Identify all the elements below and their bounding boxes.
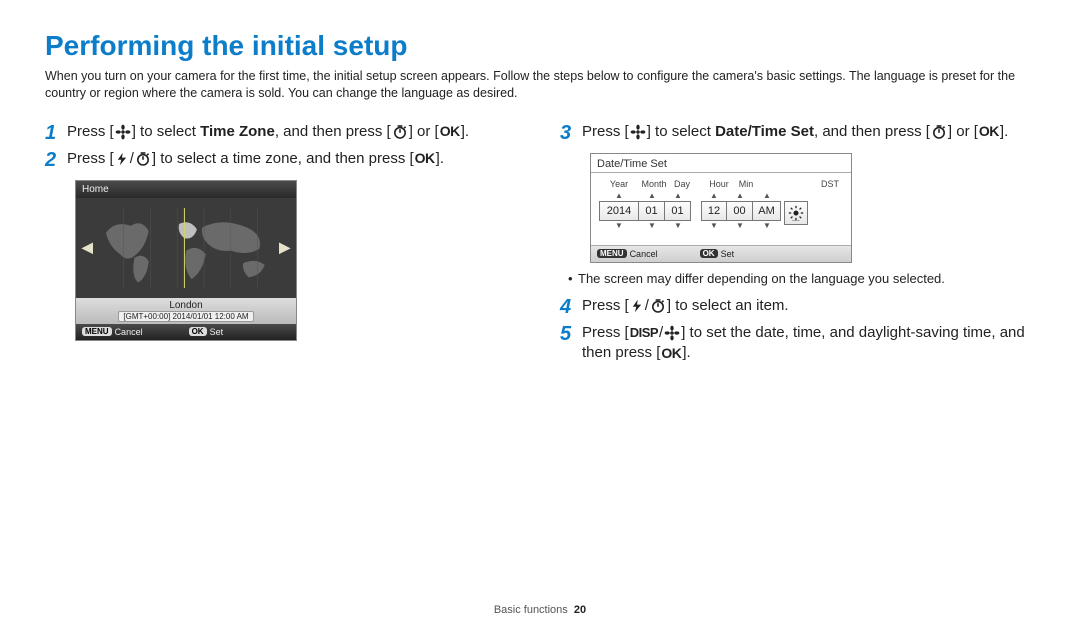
ok-icon: OK (979, 122, 999, 141)
step-1: 1 Press [] to select Time Zone, and then… (45, 122, 520, 143)
datetime-screen: Date/Time Set Year Month Day Hour Min DS… (590, 153, 852, 263)
dt-ampm[interactable]: AM (753, 201, 781, 221)
timer-icon (650, 298, 666, 314)
macro-icon (115, 124, 131, 140)
disp-icon: DISP (630, 324, 658, 342)
intro-text: When you turn on your camera for the fir… (45, 68, 1035, 102)
tz-set[interactable]: Set (210, 327, 224, 337)
step-3: 3 Press [] to select Date/Time Set, and … (560, 122, 1035, 143)
note: The screen may differ depending on the l… (578, 271, 1035, 286)
macro-icon (630, 124, 646, 140)
timezone-screen: Home ◀ (75, 180, 297, 341)
timer-icon (135, 151, 151, 167)
page-title: Performing the initial setup (45, 30, 1035, 62)
tz-city: London (76, 300, 296, 311)
dt-cancel[interactable]: Cancel (630, 249, 658, 259)
dt-month[interactable]: 01 (639, 201, 665, 221)
ok-pill: OK (700, 249, 718, 258)
ok-pill: OK (189, 327, 207, 336)
dt-set[interactable]: Set (721, 249, 735, 259)
menu-pill: MENU (597, 249, 627, 258)
flash-icon (630, 298, 644, 314)
step-2: 2 Press [/] to select a time zone, and t… (45, 149, 520, 170)
tz-next[interactable]: ▶ (279, 239, 290, 256)
tz-gmt: [GMT+00:00] 2014/01/01 12:00 AM (118, 311, 253, 322)
tz-title: Home (76, 181, 296, 198)
tz-prev[interactable]: ◀ (82, 239, 93, 256)
ok-icon: OK (415, 149, 435, 168)
world-map (97, 208, 275, 288)
dt-hour[interactable]: 12 (701, 201, 727, 221)
timer-icon (392, 124, 408, 140)
ok-icon: OK (440, 122, 460, 141)
page-footer: Basic functions 20 (0, 604, 1080, 616)
dt-year[interactable]: 2014 (599, 201, 639, 221)
dt-min[interactable]: 00 (727, 201, 753, 221)
dt-day[interactable]: 01 (665, 201, 691, 221)
tz-cancel[interactable]: Cancel (115, 327, 143, 337)
menu-pill: MENU (82, 327, 112, 336)
flash-icon (115, 151, 129, 167)
timer-icon (931, 124, 947, 140)
step-4: 4 Press [/] to select an item. (560, 296, 1035, 317)
dt-title: Date/Time Set (591, 154, 851, 173)
macro-icon (664, 325, 680, 341)
dt-dst[interactable] (784, 201, 808, 225)
ok-icon: OK (661, 344, 681, 363)
step-5: 5 Press [DISP/] to set the date, time, a… (560, 323, 1035, 364)
